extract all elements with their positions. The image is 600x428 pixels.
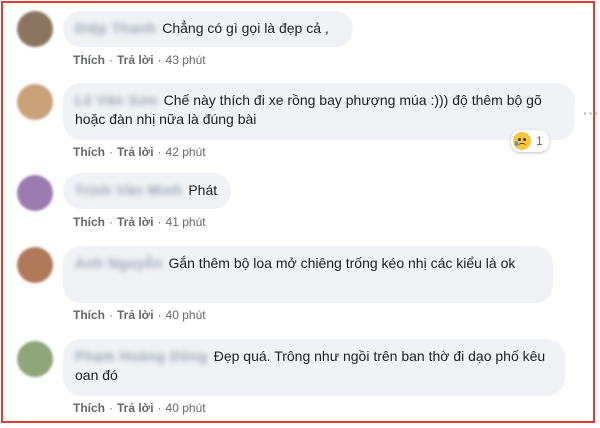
comment-text: Phát — [188, 182, 218, 198]
comment-actions: Thích · Trả lời · 40 phút — [73, 401, 206, 415]
comment-time[interactable]: 40 phút — [166, 401, 206, 415]
like-link[interactable]: Thích — [73, 215, 105, 229]
avatar[interactable] — [17, 341, 53, 377]
reply-link[interactable]: Trả lời — [117, 53, 154, 67]
reply-link[interactable]: Trả lời — [117, 308, 154, 322]
reaction-badge[interactable]: 1 — [511, 130, 549, 152]
comment-actions: Thích · Trả lời · 42 phút — [73, 145, 206, 159]
comment-author[interactable]: Diệp Thanh — [75, 19, 156, 38]
reply-link[interactable]: Trả lời — [117, 145, 154, 159]
avatar[interactable] — [17, 11, 53, 47]
separator: · — [157, 401, 162, 415]
comment-author[interactable]: Phạm Hoàng Dũng — [75, 347, 208, 366]
separator: · — [157, 145, 162, 159]
comment-bubble: Lê Văn Sơn Chế này thích đi xe rồng bay p… — [63, 83, 575, 140]
avatar[interactable] — [17, 84, 53, 120]
comment-time[interactable]: 42 phút — [166, 145, 206, 159]
comment-actions: Thích · Trả lời · 43 phút — [73, 53, 206, 67]
comment-author[interactable]: Anh Nguyễn — [75, 254, 162, 273]
separator: · — [109, 401, 113, 415]
comment-bubble: Diệp Thanh Chẳng có gì gọi là đẹp cả , — [63, 11, 353, 47]
like-link[interactable]: Thích — [73, 308, 105, 322]
more-options-icon[interactable]: ··· — [583, 106, 599, 120]
avatar[interactable] — [17, 247, 53, 283]
separator: · — [109, 145, 113, 159]
avatar[interactable] — [17, 175, 53, 211]
comment-bubble: Trịnh Văn Minh Phát — [63, 173, 231, 209]
like-link[interactable]: Thích — [73, 145, 105, 159]
comment-text: Chẳng có gì gọi là đẹp cả , — [162, 20, 329, 36]
comment-bubble: Anh Nguyễn Gắn thêm bộ loa mở chiêng trốn… — [63, 246, 553, 303]
sad-face-icon — [513, 132, 531, 150]
reply-link[interactable]: Trả lời — [117, 215, 154, 229]
comment-bubble: Phạm Hoàng Dũng Đẹp quá. Trông như ngồi t… — [63, 339, 565, 396]
separator: · — [109, 308, 113, 322]
comment-author[interactable]: Trịnh Văn Minh — [75, 181, 182, 200]
separator: · — [109, 53, 113, 67]
separator: · — [157, 308, 162, 322]
reply-link[interactable]: Trả lời — [117, 401, 154, 415]
comment-time[interactable]: 41 phút — [166, 215, 206, 229]
separator: · — [109, 215, 113, 229]
comment-time[interactable]: 43 phút — [166, 53, 206, 67]
reaction-count: 1 — [536, 134, 543, 148]
comment-time[interactable]: 40 phút — [166, 308, 206, 322]
like-link[interactable]: Thích — [73, 53, 105, 67]
separator: · — [157, 53, 162, 67]
comment-actions: Thích · Trả lời · 40 phút — [73, 308, 206, 322]
separator: · — [157, 215, 162, 229]
comment-author[interactable]: Lê Văn Sơn — [75, 91, 158, 110]
comment-actions: Thích · Trả lời · 41 phút — [73, 215, 206, 229]
comment-text: Gắn thêm bộ loa mở chiêng trống kéo nhị … — [168, 255, 516, 271]
like-link[interactable]: Thích — [73, 401, 105, 415]
